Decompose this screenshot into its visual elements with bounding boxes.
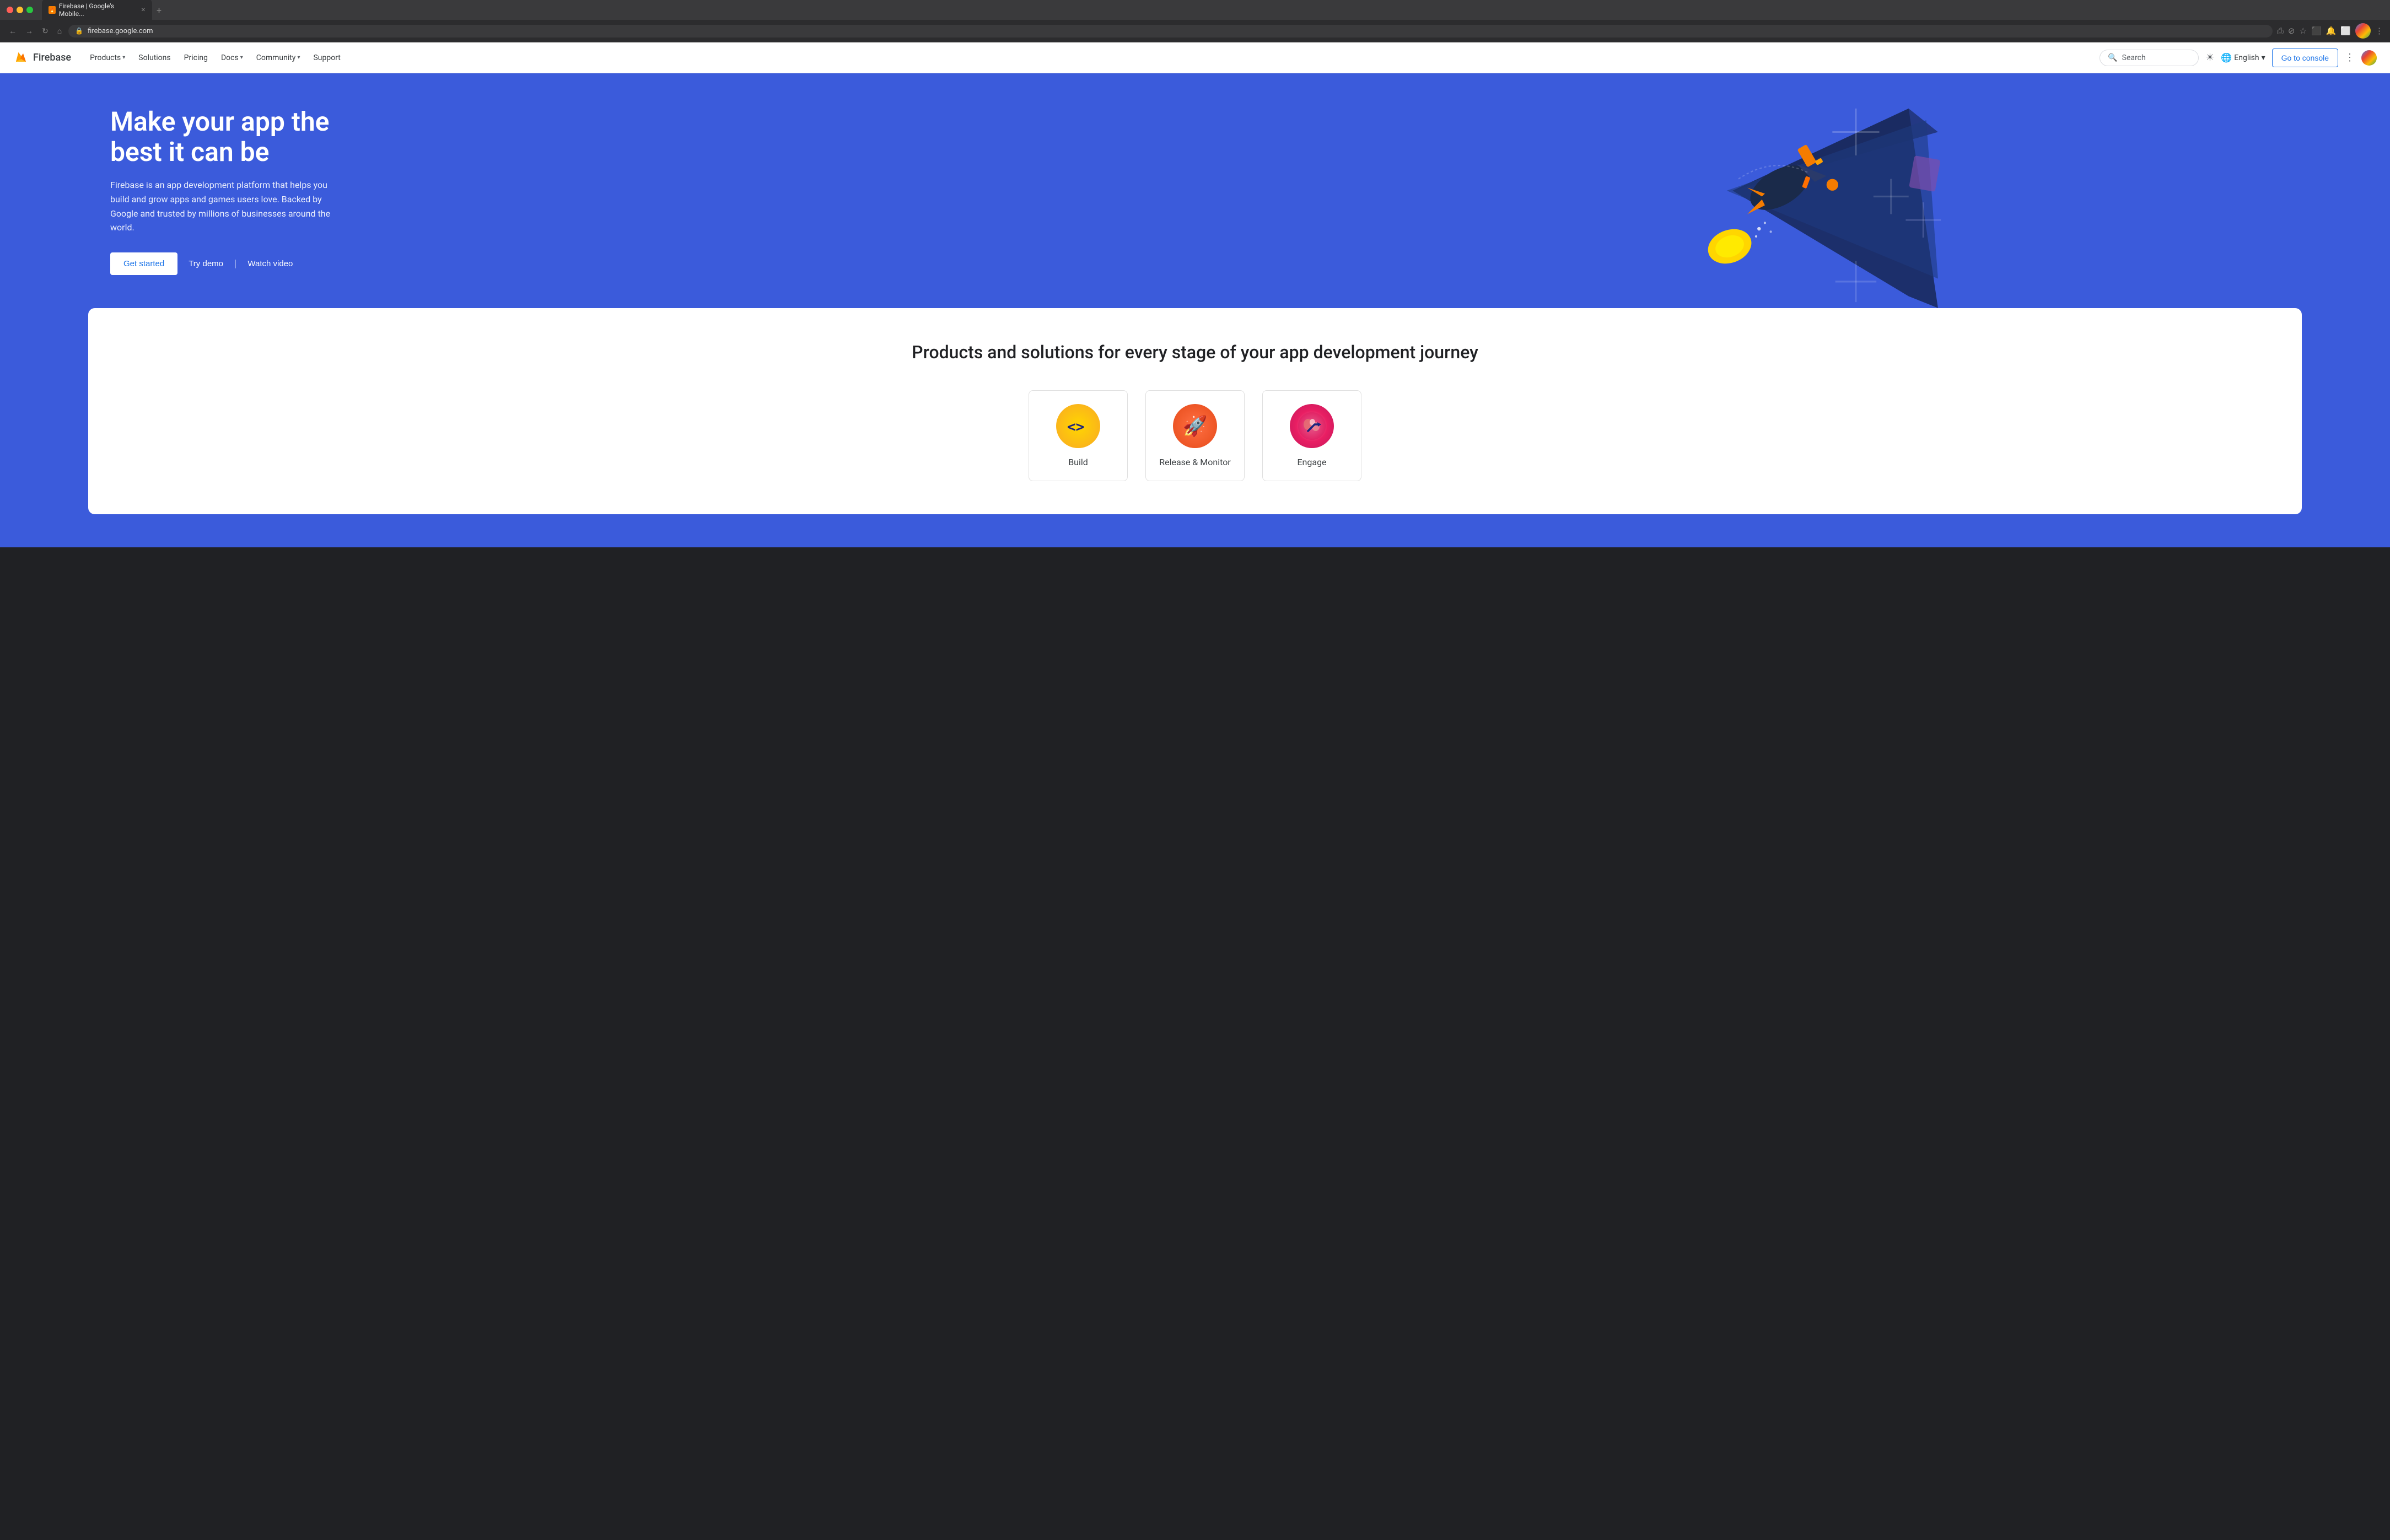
nav-more-icon[interactable]: ⋮ (2345, 52, 2355, 63)
hero-illustration (1075, 73, 2390, 308)
close-window-button[interactable] (7, 7, 13, 13)
get-started-button[interactable]: Get started (110, 252, 177, 275)
firebase-logo-icon (13, 50, 29, 66)
nav-support-label: Support (313, 53, 340, 62)
svg-text:<>: <> (1067, 419, 1084, 435)
products-title: Products and solutions for every stage o… (132, 341, 2258, 364)
community-chevron-icon: ▾ (297, 55, 300, 61)
product-item-build[interactable]: <> Build (1029, 390, 1128, 481)
hero-title: Make your app the best it can be (110, 106, 342, 167)
globe-icon: 🌐 (2221, 52, 2232, 63)
extensions-icon[interactable]: ⬛ (2311, 26, 2322, 36)
no-image-icon: ⊘ (2288, 26, 2295, 36)
browser-toolbar: ← → ↻ ⌂ 🔒 firebase.google.com ⎙ ⊘ ☆ ⬛ 🔔 … (0, 20, 2390, 42)
search-bar[interactable]: 🔍 Search (2100, 50, 2199, 66)
nav-solutions[interactable]: Solutions (133, 49, 176, 67)
back-button[interactable]: ← (7, 25, 19, 36)
tab-close-button[interactable]: ✕ (141, 7, 146, 13)
url-text: firebase.google.com (88, 27, 153, 35)
nav-products-label: Products (90, 53, 121, 62)
refresh-button[interactable]: ↻ (40, 25, 51, 37)
product-item-engage[interactable]: Engage (1262, 390, 1361, 481)
nav-logo[interactable]: Firebase (13, 50, 71, 66)
browser-tab-active[interactable]: 🔥 Firebase | Google's Mobile... ✕ (42, 0, 152, 21)
nav-links: Products ▾ Solutions Pricing Docs ▾ Comm… (84, 49, 2100, 67)
browser-chrome: 🔥 Firebase | Google's Mobile... ✕ + ← → … (0, 0, 2390, 42)
hero-section: Make your app the best it can be Firebas… (0, 73, 2390, 308)
nav-products[interactable]: Products ▾ (84, 49, 131, 67)
tab-title: Firebase | Google's Mobile... (59, 2, 134, 18)
product-engage-label: Engage (1297, 457, 1326, 467)
search-icon: 🔍 (2108, 53, 2117, 62)
release-icon: 🚀 (1173, 404, 1217, 448)
bookmark-icon[interactable]: ☆ (2299, 26, 2306, 36)
nav-pricing-label: Pricing (184, 53, 208, 62)
try-demo-button[interactable]: Try demo (189, 259, 223, 268)
docs-chevron-icon: ▾ (240, 55, 243, 61)
watch-video-button[interactable]: Watch video (247, 259, 293, 268)
products-card: Products and solutions for every stage o… (88, 308, 2302, 515)
products-section: Products and solutions for every stage o… (0, 308, 2390, 548)
nav-support[interactable]: Support (308, 49, 346, 67)
main-nav: Firebase Products ▾ Solutions Pricing Do… (0, 42, 2390, 73)
forward-button[interactable]: → (23, 25, 35, 36)
nav-solutions-label: Solutions (138, 53, 170, 62)
address-bar[interactable]: 🔒 firebase.google.com (68, 25, 2273, 37)
security-lock-icon: 🔒 (75, 27, 83, 35)
hero-divider: | (234, 258, 236, 270)
product-build-label: Build (1068, 457, 1088, 467)
website-content: Firebase Products ▾ Solutions Pricing Do… (0, 42, 2390, 547)
maximize-window-button[interactable] (26, 7, 33, 13)
language-chevron-icon: ▾ (2262, 53, 2265, 62)
tab-favicon: 🔥 (49, 6, 56, 14)
language-selector[interactable]: 🌐 English ▾ (2221, 52, 2265, 63)
hero-actions: Get started Try demo | Watch video (110, 252, 342, 275)
new-tab-button[interactable]: + (157, 5, 162, 15)
language-label: English (2234, 53, 2259, 62)
hero-content: Make your app the best it can be Firebas… (110, 106, 342, 275)
browser-titlebar: 🔥 Firebase | Google's Mobile... ✕ + (0, 0, 2390, 20)
product-item-release[interactable]: 🚀 Release & Monitor (1145, 390, 1245, 481)
search-label: Search (2122, 53, 2146, 62)
theme-toggle-icon[interactable]: ☀ (2205, 52, 2214, 63)
hero-subtitle: Firebase is an app development platform … (110, 178, 342, 234)
user-avatar[interactable] (2361, 50, 2377, 66)
nav-pricing[interactable]: Pricing (179, 49, 213, 67)
profile-avatar[interactable] (2355, 23, 2371, 39)
home-button[interactable]: ⌂ (55, 25, 64, 36)
go-to-console-button[interactable]: Go to console (2272, 49, 2338, 67)
product-release-label: Release & Monitor (1159, 457, 1231, 467)
nav-docs[interactable]: Docs ▾ (216, 49, 249, 67)
nav-community[interactable]: Community ▾ (251, 49, 306, 67)
engage-icon (1290, 404, 1334, 448)
nav-docs-label: Docs (221, 53, 239, 62)
traffic-lights (7, 7, 33, 13)
nav-community-label: Community (256, 53, 296, 62)
logo-text: Firebase (33, 52, 71, 63)
products-grid: <> Build 🚀 Release & Monitor (132, 390, 2258, 481)
build-icon: <> (1056, 404, 1100, 448)
toolbar-actions: ⎙ ⊘ ☆ ⬛ 🔔 ⬜ ⋮ (2277, 23, 2383, 39)
cast-icon[interactable]: ⎙ (2277, 26, 2284, 36)
minimize-window-button[interactable] (17, 7, 23, 13)
more-options-icon[interactable]: ⋮ (2375, 26, 2383, 36)
screen-share-icon[interactable]: ⬜ (2340, 26, 2351, 36)
notification-icon[interactable]: 🔔 (2326, 26, 2337, 36)
tab-bar: 🔥 Firebase | Google's Mobile... ✕ + (42, 0, 2383, 21)
nav-right: 🔍 Search ☀ 🌐 English ▾ Go to console ⋮ (2100, 49, 2377, 67)
products-chevron-icon: ▾ (122, 55, 125, 61)
hero-svg (1075, 73, 2390, 308)
